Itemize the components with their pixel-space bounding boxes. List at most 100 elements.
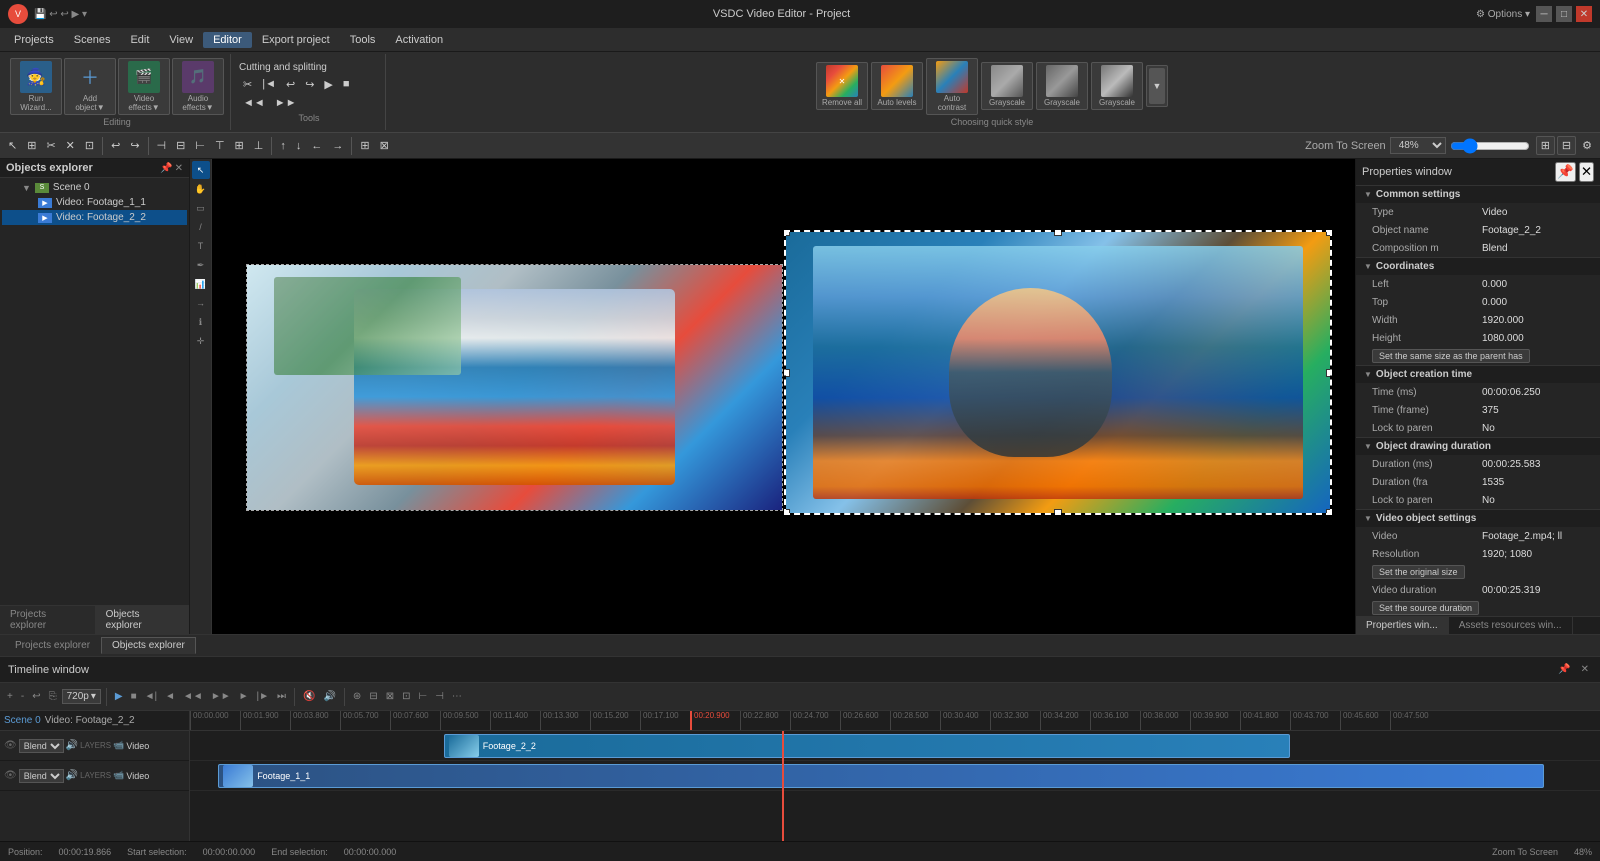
tab-resources-window[interactable]: Assets resources win... <box>1449 617 1573 634</box>
props-close-btn[interactable]: ✕ <box>1579 162 1594 182</box>
align-right-btn[interactable]: ⊢ <box>191 137 209 154</box>
props-pin-btn[interactable]: 📌 <box>1555 162 1576 182</box>
grid-btn[interactable]: ⊞ <box>356 137 373 154</box>
obj-item-scene0[interactable]: ▼ S Scene 0 <box>2 180 187 195</box>
menu-projects[interactable]: Projects <box>4 32 64 48</box>
clip-footage1[interactable]: Footage_1_1 <box>218 764 1543 788</box>
more-styles-btn[interactable]: ▼ <box>1146 65 1168 107</box>
align-top-btn[interactable]: ⊤ <box>211 137 229 154</box>
maximize-btn[interactable]: □ <box>1556 6 1572 22</box>
video-frame-2[interactable] <box>784 230 1333 515</box>
tab-objects-explorer[interactable]: Objects explorer <box>96 606 189 634</box>
arrow-tool-btn2[interactable]: → <box>192 294 210 312</box>
audio-effects-btn[interactable]: 🎵 Audioeffects▼ <box>172 58 224 115</box>
tab-objects-explorer-bottom[interactable]: Objects explorer <box>101 637 196 654</box>
tl-next-btn[interactable]: ► <box>236 690 252 703</box>
grayscale-btn-1[interactable]: Grayscale <box>981 62 1033 110</box>
coordinates-header[interactable]: ▼ Coordinates <box>1356 258 1600 275</box>
tl-snap-btn[interactable]: ⊢ <box>415 690 430 703</box>
close-panel-btn[interactable]: ✕ <box>175 163 183 174</box>
drawing-duration-header[interactable]: ▼ Object drawing duration <box>1356 438 1600 455</box>
tab-projects-explorer-bottom[interactable]: Projects explorer <box>4 637 101 654</box>
pin-btn[interactable]: 📌 <box>160 163 172 174</box>
select-all-btn[interactable]: ⊡ <box>81 137 98 154</box>
tab-projects-explorer[interactable]: Projects explorer <box>0 606 96 634</box>
move-up-btn[interactable]: ↑ <box>276 138 290 154</box>
play-btn[interactable]: ▶ <box>320 76 336 93</box>
view-btn3[interactable]: ⚙ <box>1578 136 1596 155</box>
close-btn[interactable]: ✕ <box>1576 6 1592 22</box>
view-btn2[interactable]: ⊟ <box>1557 136 1576 155</box>
common-settings-header[interactable]: ▼ Common settings <box>1356 186 1600 203</box>
prev-btn[interactable]: ◄◄ <box>239 95 269 111</box>
move-right-btn[interactable]: → <box>328 138 347 154</box>
delete-btn[interactable]: ✕ <box>62 137 79 154</box>
tl-play-btn[interactable]: ▶ <box>112 690 126 703</box>
blend-mode-2[interactable]: Blend <box>19 769 64 783</box>
align-center-btn[interactable]: ⊟ <box>172 137 189 154</box>
tl-undo-btn[interactable]: ↩ <box>29 690 43 703</box>
move-left-btn[interactable]: ← <box>307 138 326 154</box>
snap-btn[interactable]: ⊠ <box>376 137 393 154</box>
track-layers-2[interactable]: LAYERS <box>80 771 111 780</box>
next-btn[interactable]: ►► <box>271 95 301 111</box>
line-tool-btn[interactable]: / <box>192 218 210 236</box>
remove-all-btn[interactable]: ✕ Remove all <box>816 62 868 110</box>
tl-more-btn[interactable]: ⋯ <box>449 690 465 703</box>
auto-contrast-btn[interactable]: Auto contrast <box>926 58 978 115</box>
tl-stop-btn[interactable]: ■ <box>128 690 140 703</box>
track-audio-1[interactable]: 🔊 <box>66 740 78 751</box>
track-layers-1[interactable]: LAYERS <box>80 741 111 750</box>
scene-label[interactable]: Scene 0 <box>4 715 41 726</box>
preview-area[interactable] <box>212 159 1355 634</box>
tl-copy-btn[interactable]: ⎘ <box>46 690 60 703</box>
track-vis-2[interactable]: 👁 <box>4 770 17 781</box>
tl-last-btn[interactable]: ⏭ <box>274 690 289 703</box>
handle-ml[interactable] <box>784 369 790 377</box>
tl-join-btn[interactable]: ⊠ <box>383 690 397 703</box>
align-bottom-btn[interactable]: ⊥ <box>250 137 268 154</box>
tl-remove-btn[interactable]: - <box>18 690 27 703</box>
video-object-header[interactable]: ▼ Video object settings <box>1356 510 1600 527</box>
playhead[interactable] <box>782 731 784 841</box>
tab-properties-window[interactable]: Properties win... <box>1356 617 1449 634</box>
creation-time-header[interactable]: ▼ Object creation time <box>1356 366 1600 383</box>
info-btn[interactable]: ℹ <box>192 313 210 331</box>
clip-footage2[interactable]: Footage_2_2 <box>444 734 1290 758</box>
tl-align-btn[interactable]: ⊣ <box>432 690 447 703</box>
menu-edit[interactable]: Edit <box>120 32 159 48</box>
handle-br[interactable] <box>1326 509 1332 515</box>
handle-tr[interactable] <box>1326 230 1332 236</box>
redo2-btn[interactable]: ↪ <box>126 137 143 154</box>
tl-step-fwd-btn[interactable]: ►► <box>208 690 234 703</box>
grayscale-btn-3[interactable]: Grayscale <box>1091 62 1143 110</box>
cut-tool-btn[interactable]: ✂ <box>42 137 59 154</box>
undo-btn[interactable]: ↩ <box>282 76 299 93</box>
pen-tool-btn[interactable]: ✒ <box>192 256 210 274</box>
source-duration-btn[interactable]: Set the source duration <box>1372 601 1479 615</box>
handle-bm[interactable] <box>1054 509 1062 515</box>
blend-mode-1[interactable]: Blend <box>19 739 64 753</box>
tl-next-frame-btn[interactable]: |► <box>254 690 273 703</box>
tl-split-btn[interactable]: ⊟ <box>366 690 380 703</box>
scissors-btn[interactable]: ✂ <box>239 76 256 93</box>
handle-bl[interactable] <box>784 509 790 515</box>
video-effects-btn[interactable]: 🎬 Videoeffects▼ <box>118 58 170 115</box>
tl-delete-btn[interactable]: ⊡ <box>399 690 413 703</box>
menu-scenes[interactable]: Scenes <box>64 32 121 48</box>
stop-btn[interactable]: ■ <box>339 76 354 93</box>
tl-close-btn[interactable]: ✕ <box>1578 663 1592 676</box>
menu-view[interactable]: View <box>159 32 203 48</box>
move-tool-btn[interactable]: ✛ <box>192 332 210 350</box>
tl-mute-btn[interactable]: 🔇 <box>300 690 318 703</box>
chart-tool-btn[interactable]: 📊 <box>192 275 210 293</box>
handle-mr[interactable] <box>1326 369 1332 377</box>
handle-tm[interactable] <box>1054 230 1062 236</box>
obj-item-footage1[interactable]: ▶ Video: Footage_1_1 <box>2 195 187 210</box>
tl-add-btn[interactable]: + <box>4 690 16 703</box>
original-size-btn[interactable]: Set the original size <box>1372 565 1465 579</box>
grayscale-btn-2[interactable]: Grayscale <box>1036 62 1088 110</box>
text-tool-btn[interactable]: T <box>192 237 210 255</box>
zoom-select[interactable]: 48% 25% 50% 100% <box>1390 137 1446 154</box>
tl-vol-btn[interactable]: 🔊 <box>320 690 338 703</box>
